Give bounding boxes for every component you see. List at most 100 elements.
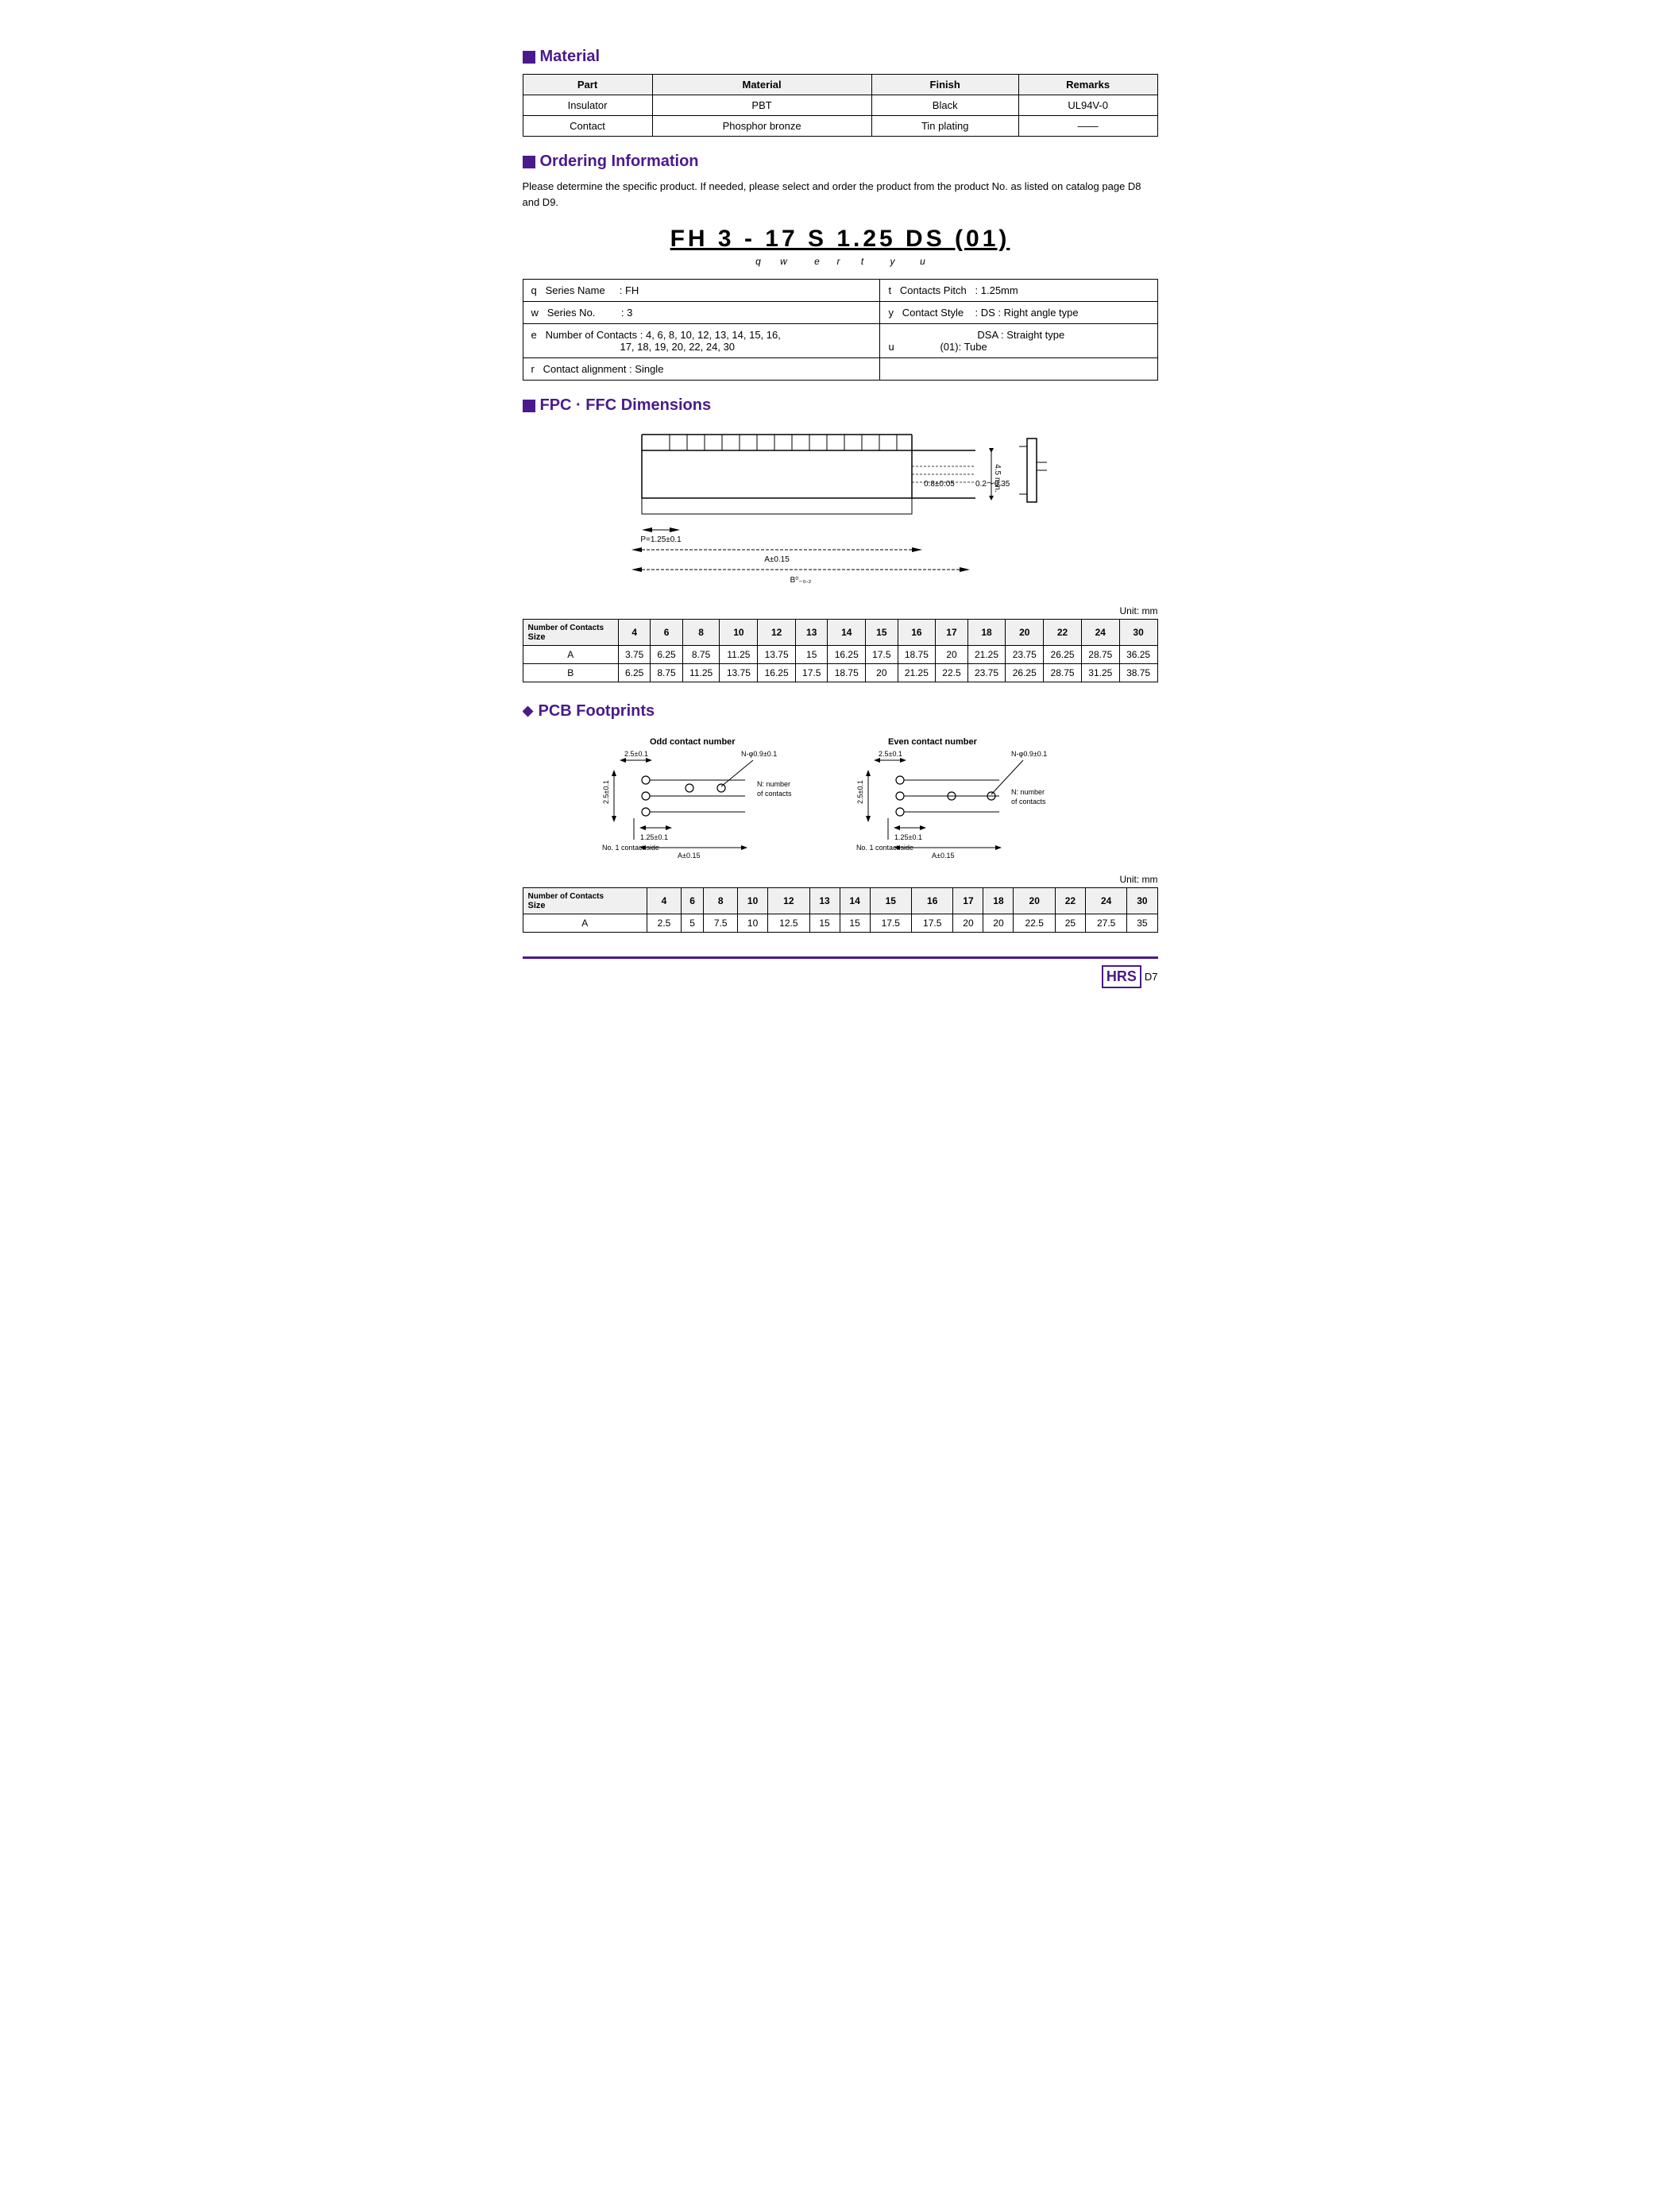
pcb-col-8: 8 (704, 888, 738, 914)
pitch-label: P=1.25±0.1 (640, 535, 682, 544)
fpc-cell-B-11: 26.25 (1006, 664, 1044, 682)
footer-logo-area: HRS D7 (1102, 965, 1158, 988)
pcb-cell-A-9: 20 (953, 914, 983, 933)
even-hole-label: N-φ0.9±0.1 (1011, 750, 1047, 758)
fpc-cell-B-7: 20 (866, 664, 898, 682)
fpc-col-6: 6 (651, 620, 682, 646)
fpc-title: FPC · FFC Dimensions (540, 396, 712, 415)
even-label-text: Even contact number (888, 737, 978, 747)
pcb-cell-A-10: 20 (983, 914, 1014, 933)
material-cell-part: Contact (523, 116, 652, 137)
pcb-col-12: 12 (768, 888, 809, 914)
col-header-material: Material (652, 75, 871, 95)
fpc-cell-A-13: 28.75 (1081, 646, 1119, 664)
fpc-col-13: 13 (796, 620, 828, 646)
pcb-col-22: 22 (1055, 888, 1085, 914)
label-r: r (831, 256, 847, 267)
pcb-col-20: 20 (1014, 888, 1055, 914)
hrs-logo: HRS (1102, 965, 1141, 988)
label-y: y (879, 256, 907, 267)
fpc-unit-label: Unit: mm (523, 605, 1158, 616)
fpc-row-label: A (523, 646, 619, 664)
fpc-col-20: 20 (1006, 620, 1044, 646)
pcb-col-10: 10 (738, 888, 768, 914)
material-cell-material: PBT (652, 95, 871, 116)
label-w: w (775, 256, 793, 267)
pcb-cell-A-5: 15 (809, 914, 840, 933)
fpc-cell-B-8: 21.25 (898, 664, 936, 682)
material-row: InsulatorPBTBlackUL94V-0 (523, 95, 1157, 116)
material-cell-remarks: —— (1018, 116, 1157, 137)
label-e: e (804, 256, 831, 267)
odd-pad-1 (642, 776, 650, 784)
fpc-diagram-svg: 4.5 min. P=1.25±0.1 A±0.15 B⁰₋₀.₂ 0.8±0.… (594, 427, 1087, 593)
even-25-top: 2.5±0.1 (879, 750, 902, 758)
odd-25-top: 2.5±0.1 (624, 750, 648, 758)
material-cell-finish: Tin plating (871, 116, 1018, 137)
fpc-cell-A-14: 36.25 (1119, 646, 1157, 664)
pcb-col-4: 4 (647, 888, 682, 914)
fpc-cell-B-12: 28.75 (1044, 664, 1082, 682)
ordering-table: q Series Name : FH t Contacts Pitch : 1.… (523, 279, 1158, 381)
fpc-cell-A-9: 20 (936, 646, 967, 664)
fpc-col-22: 22 (1044, 620, 1082, 646)
pcb-col-6: 6 (681, 888, 703, 914)
fpc-col-30: 30 (1119, 620, 1157, 646)
fpc-cell-A-2: 8.75 (682, 646, 720, 664)
a-dim-label: A±0.15 (764, 555, 790, 564)
odd-n-label2: of contacts (757, 790, 792, 798)
even-n-label2: of contacts (1011, 798, 1046, 806)
section-square-icon-3 (523, 400, 535, 412)
ordering-row-1-right: t Contacts Pitch : 1.25mm (880, 280, 1157, 302)
fpc-cell-B-1: 8.75 (651, 664, 682, 682)
fpc-dimensions-table: Number of ContactsSize 4 6 8 10 12 13 14… (523, 619, 1158, 682)
even-pad-3 (896, 808, 904, 816)
fpc-cell-B-0: 6.25 (619, 664, 651, 682)
ordering-row-2-left: w Series No. : 3 (523, 302, 880, 324)
b-dim-label: B⁰₋₀.₂ (790, 576, 811, 585)
pcb-col-16: 16 (912, 888, 953, 914)
pcb-section-header: PCB Footprints (523, 702, 1158, 721)
part-number-display: FH 3 - 17 S 1.25 DS (01) q w e r t y u (523, 226, 1158, 267)
fpc-col-24: 24 (1081, 620, 1119, 646)
part-number-text: FH 3 - 17 S 1.25 DS (01) (523, 226, 1158, 253)
pcb-cell-A-7: 17.5 (870, 914, 911, 933)
fpc-cell-B-4: 16.25 (758, 664, 796, 682)
fpc-cell-A-5: 15 (796, 646, 828, 664)
pcb-col-17: 17 (953, 888, 983, 914)
odd-hole-N2 (717, 784, 725, 792)
pcb-dimensions-table: Number of ContactsSize 4 6 8 10 12 13 14… (523, 887, 1158, 933)
fpc-col-14: 14 (828, 620, 866, 646)
odd-pad-3 (642, 808, 650, 816)
pcb-col-24: 24 (1085, 888, 1126, 914)
pcb-cell-A-11: 22.5 (1014, 914, 1055, 933)
even-pad-2 (896, 792, 904, 800)
ordering-row-3-left: e Number of Contacts : 4, 6, 8, 10, 12, … (523, 324, 880, 358)
ordering-title: Ordering Information (540, 153, 699, 171)
fpc-dimension-row: B6.258.7511.2513.7516.2517.518.752021.25… (523, 664, 1157, 682)
odd-contact-svg: Odd contact number 2.5±0.1 2.5±0.1 (602, 732, 825, 860)
ordering-row-4-right (880, 358, 1157, 381)
odd-contact-diagram: Odd contact number 2.5±0.1 2.5±0.1 (602, 732, 825, 862)
fpc-col-8: 8 (682, 620, 720, 646)
section-square-icon-2 (523, 156, 535, 168)
pcb-col-13: 13 (809, 888, 840, 914)
material-section-header: Material (523, 48, 1158, 66)
fpc-diagram-container: 4.5 min. P=1.25±0.1 A±0.15 B⁰₋₀.₂ 0.8±0.… (523, 427, 1158, 593)
section-diamond-icon (523, 706, 534, 717)
even-pad-1 (896, 776, 904, 784)
fpc-section-header: FPC · FFC Dimensions (523, 396, 1158, 415)
ordering-section-header: Ordering Information (523, 153, 1158, 171)
pcb-dimension-row: A2.557.51012.5151517.517.5202022.52527.5… (523, 914, 1157, 933)
odd-no1-label: No. 1 contact side (602, 844, 659, 852)
pcb-col-18: 18 (983, 888, 1014, 914)
fpc-cell-B-6: 18.75 (828, 664, 866, 682)
col-header-part: Part (523, 75, 652, 95)
fpc-cell-A-0: 3.75 (619, 646, 651, 664)
even-a-label: A±0.15 (932, 852, 954, 860)
pcb-cell-A-13: 27.5 (1085, 914, 1126, 933)
material-cell-finish: Black (871, 95, 1018, 116)
fpc-row-label: B (523, 664, 619, 682)
material-cell-part: Insulator (523, 95, 652, 116)
even-n-label: N: number (1011, 788, 1045, 796)
